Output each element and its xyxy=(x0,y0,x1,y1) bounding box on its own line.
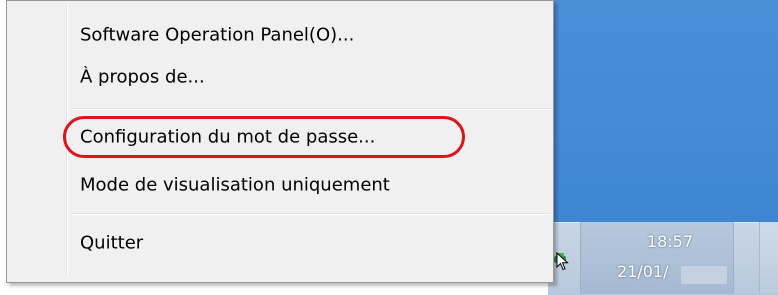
menu-item-password-configuration[interactable]: Configuration du mot de passe... xyxy=(10,117,550,157)
context-menu: Software Operation Panel(O)... À propos … xyxy=(6,0,554,283)
menu-item-software-operation-panel[interactable]: Software Operation Panel(O)... xyxy=(10,15,550,55)
menu-item-label: Quitter xyxy=(80,232,144,254)
menu-separator xyxy=(71,108,551,110)
menu-item-about[interactable]: À propos de... xyxy=(10,57,550,97)
clock-time: 18:57 xyxy=(646,232,693,251)
desktop-wallpaper xyxy=(548,0,778,222)
menu-separator xyxy=(71,213,551,215)
menu-item-label: Software Operation Panel(O)... xyxy=(80,24,355,46)
menu-item-label: Configuration du mot de passe... xyxy=(80,126,376,148)
mouse-pointer-icon xyxy=(556,251,570,272)
menu-item-label: À propos de... xyxy=(80,66,205,88)
date-redaction xyxy=(681,266,727,284)
menu-item-view-only-mode[interactable]: Mode de visualisation uniquement xyxy=(10,165,550,205)
menu-item-label: Mode de visualisation uniquement xyxy=(80,174,390,196)
taskbar-clock[interactable]: 18:57 21/01/ xyxy=(580,222,734,294)
clock-date: 21/01/ xyxy=(617,262,669,281)
menu-item-quit[interactable]: Quitter xyxy=(10,223,550,263)
show-desktop-button[interactable] xyxy=(759,222,778,294)
